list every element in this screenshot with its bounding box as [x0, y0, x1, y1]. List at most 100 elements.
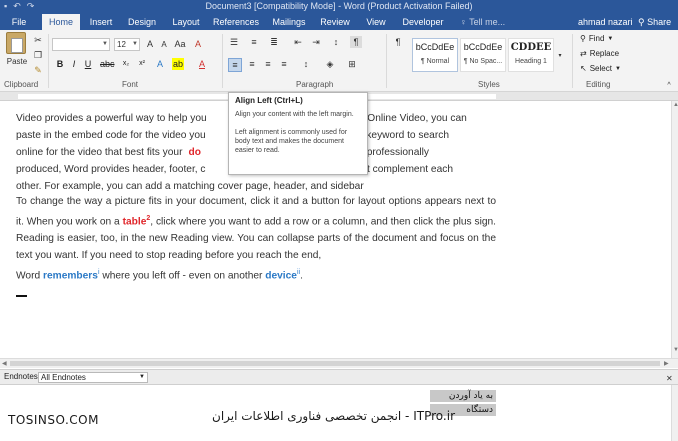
tab-review[interactable]: Review	[316, 14, 354, 30]
endnotes-scrollbar[interactable]	[671, 385, 678, 441]
scroll-left-icon[interactable]: ◀	[2, 360, 7, 367]
italic-icon[interactable]: I	[68, 58, 80, 70]
find-button[interactable]: ⚲ Find ▼	[580, 34, 613, 43]
chevron-down-icon: ▼	[607, 35, 614, 42]
bullets-icon[interactable]: ☰	[228, 36, 240, 48]
subscript-icon[interactable]: x₂	[120, 58, 132, 70]
search-icon: ⚲	[580, 34, 586, 43]
vertical-scrollbar[interactable]: ▲ ▼	[671, 101, 678, 358]
line-spacing-icon[interactable]: ↕	[300, 58, 312, 70]
font-size-combo[interactable]: 12 ▼	[114, 38, 140, 51]
tooltip-description: Align your content with the left margin.	[235, 111, 354, 118]
group-label-styles: Styles	[478, 80, 500, 89]
text-effects-icon[interactable]: A	[154, 58, 166, 70]
ribbon-separator	[48, 34, 49, 88]
multilevel-list-icon[interactable]: ≣	[268, 36, 280, 48]
tab-file[interactable]: File	[4, 14, 34, 30]
endnotes-label: Endnotes	[4, 372, 38, 381]
style-no-spacing[interactable]: bCcDdEe ¶ No Spac...	[460, 38, 506, 72]
tooltip-title: Align Left (Ctrl+L)	[235, 96, 303, 105]
tab-references[interactable]: References	[210, 14, 262, 30]
window-title: Document3 [Compatibility Mode] - Word (P…	[205, 1, 473, 11]
scroll-down-icon[interactable]: ▼	[673, 347, 678, 353]
cut-icon[interactable]: ✂	[32, 34, 44, 46]
close-icon[interactable]: ✕	[666, 374, 673, 383]
group-label-editing: Editing	[586, 80, 611, 89]
person-icon: ⚲	[638, 17, 648, 27]
ribbon-tabs: File Home Insert Design Layout Reference…	[0, 14, 678, 30]
borders-icon[interactable]: ⊞	[346, 58, 358, 70]
endnote-1: به یاد آوردن	[430, 390, 496, 402]
replace-icon: ⇄	[580, 49, 587, 58]
tab-mailings[interactable]: Mailings	[268, 14, 310, 30]
change-case-icon[interactable]: Aa	[174, 38, 186, 50]
grow-font-icon[interactable]: A	[144, 38, 156, 50]
tab-layout[interactable]: Layout	[168, 14, 204, 30]
clear-formatting-icon[interactable]: A	[192, 38, 204, 50]
user-name[interactable]: ahmad nazari	[578, 14, 633, 30]
lightbulb-icon: ♀	[460, 17, 470, 27]
group-label-font: Font	[122, 80, 139, 89]
tab-developer[interactable]: Developer	[398, 14, 448, 30]
ribbon-home: Paste ✂ ❐ ✎ Clipboard ▼ 12 ▼ A A Aa A B I…	[0, 30, 678, 92]
tooltip-extra: Left alignment is commonly used for body…	[235, 129, 348, 154]
bold-icon[interactable]: B	[54, 58, 66, 70]
endnotes-bar: Endnotes All Endnotes ▼ ✕	[0, 369, 678, 385]
replace-button[interactable]: ⇄ Replace	[580, 49, 619, 58]
title-bar: ▪ ↶ ↷ Document3 [Compatibility Mode] - W…	[0, 0, 678, 14]
align-center-icon[interactable]: ≡	[246, 58, 258, 70]
collapse-ribbon-icon[interactable]: ^	[664, 80, 674, 90]
horizontal-scroll-thumb[interactable]	[10, 361, 660, 366]
tell-me-search[interactable]: ♀ Tell me...	[460, 14, 505, 30]
horizontal-scrollbar[interactable]: ◀ ▶	[0, 358, 678, 368]
increase-indent-icon[interactable]: ⇥	[310, 36, 322, 48]
pilcrow-icon[interactable]: ¶	[392, 36, 404, 48]
align-right-icon[interactable]: ≡	[262, 58, 274, 70]
copy-icon[interactable]: ❐	[32, 49, 44, 61]
tab-view[interactable]: View	[362, 14, 390, 30]
align-left-tooltip: Align Left (Ctrl+L) Align your content w…	[228, 92, 368, 175]
tab-home[interactable]: Home	[42, 14, 80, 30]
chevron-down-icon: ▼	[102, 41, 108, 47]
ribbon-separator	[386, 34, 387, 88]
shading-icon[interactable]: ◈	[324, 58, 336, 70]
select-button[interactable]: ↖ Select ▼	[580, 64, 621, 73]
highlight-icon[interactable]: ab	[172, 58, 184, 70]
styles-more-icon[interactable]: ▾	[556, 38, 564, 72]
paragraph-2: To change the way a picture fits in your…	[16, 196, 497, 262]
style-normal[interactable]: bCcDdEe ¶ Normal	[412, 38, 458, 72]
underline-icon[interactable]: U	[82, 58, 94, 70]
align-left-icon[interactable]: ≡	[228, 58, 242, 72]
ribbon-separator	[572, 34, 573, 88]
font-name-combo[interactable]: ▼	[52, 38, 110, 51]
tab-insert[interactable]: Insert	[84, 14, 118, 30]
format-painter-icon[interactable]: ✎	[32, 64, 44, 76]
text-cursor	[16, 295, 27, 297]
paste-icon[interactable]	[6, 32, 26, 54]
scroll-up-icon[interactable]: ▲	[673, 102, 678, 108]
paragraph-3: Word remembersi where you left off - eve…	[16, 269, 303, 282]
style-heading-1[interactable]: CDDEE Heading 1	[508, 38, 554, 72]
share-button[interactable]: ⚲ Share	[638, 14, 671, 30]
shrink-font-icon[interactable]: A	[158, 38, 170, 50]
decrease-indent-icon[interactable]: ⇤	[292, 36, 304, 48]
show-marks-icon[interactable]: ¶	[350, 36, 362, 48]
sort-icon[interactable]: ↕	[330, 36, 342, 48]
chevron-down-icon: ▼	[132, 41, 138, 47]
watermark-left: TOSINSO.COM	[8, 413, 99, 427]
endnotes-select[interactable]: All Endnotes ▼	[38, 372, 148, 383]
font-color-icon[interactable]: A	[196, 58, 208, 70]
group-label-paragraph: Paragraph	[296, 80, 334, 89]
ribbon-separator	[222, 34, 223, 88]
chevron-down-icon: ▼	[614, 65, 621, 72]
watermark-right: ITPro.ir - انجمن تخصصی فناوری اطلاعات ای…	[212, 409, 455, 423]
justify-icon[interactable]: ≡	[278, 58, 290, 70]
paste-button[interactable]: Paste	[6, 57, 28, 66]
superscript-icon[interactable]: x²	[136, 58, 148, 70]
strikethrough-icon[interactable]: abc	[100, 58, 115, 70]
tab-design[interactable]: Design	[124, 14, 160, 30]
numbering-icon[interactable]: ≡	[248, 36, 260, 48]
cursor-icon: ↖	[580, 64, 587, 73]
scroll-right-icon[interactable]: ▶	[664, 360, 669, 367]
chevron-down-icon: ▼	[139, 374, 145, 380]
